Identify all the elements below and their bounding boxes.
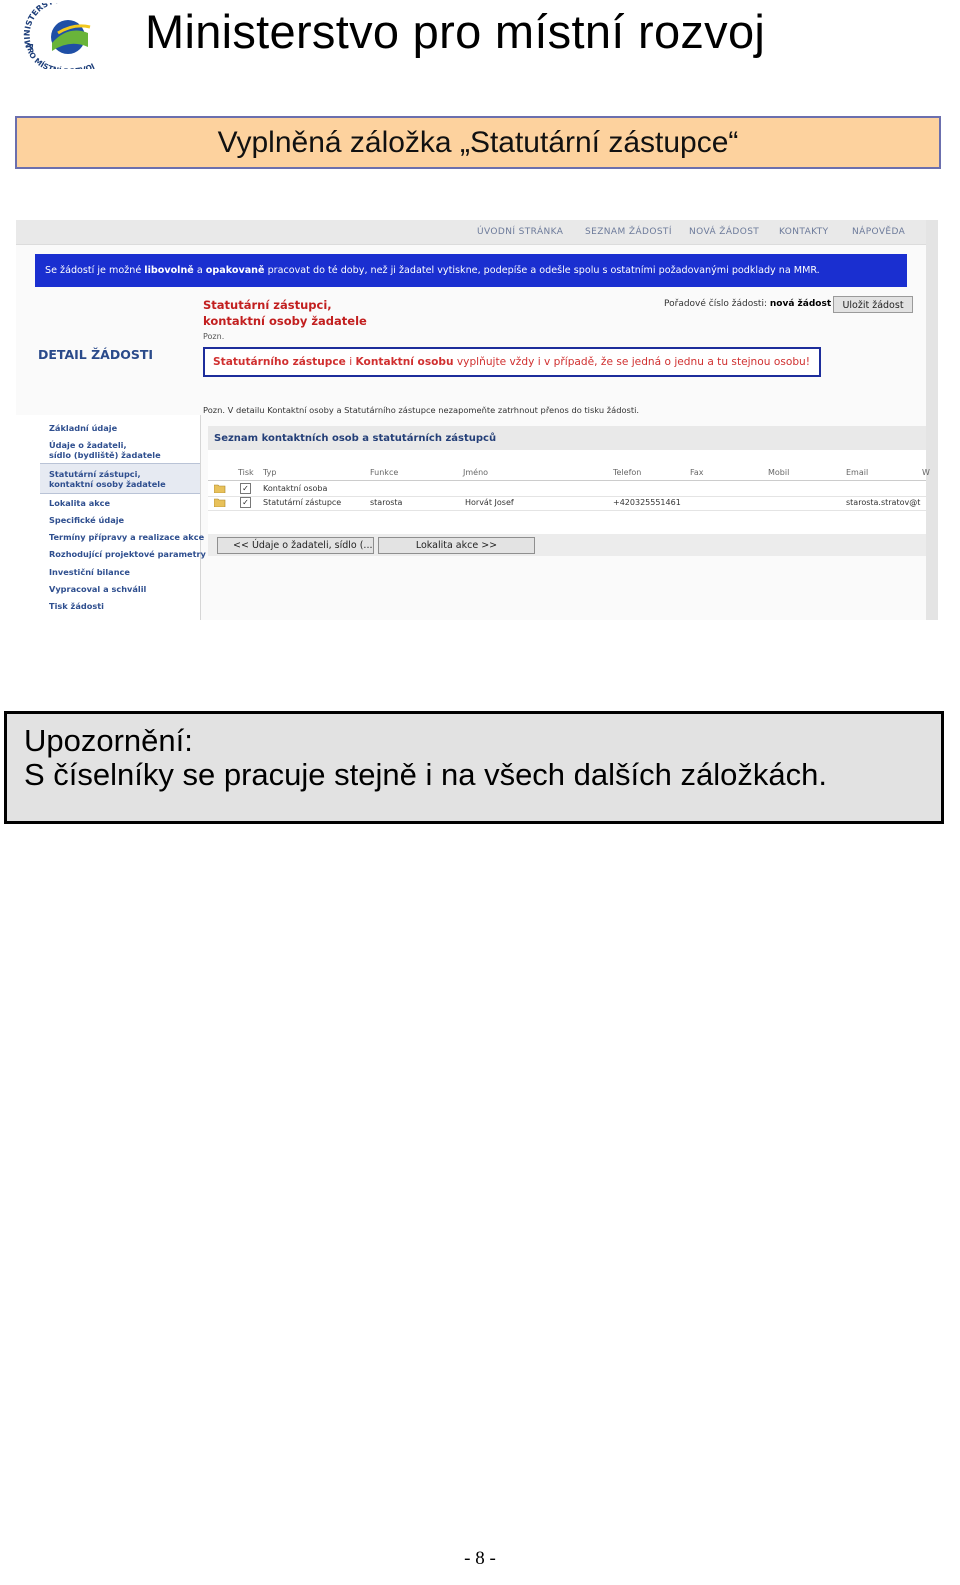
warning-label: Upozornění: <box>24 723 193 758</box>
sidebar-item-print[interactable]: Tisk žádosti <box>49 601 104 611</box>
order-value: nová žádost <box>769 299 832 309</box>
nav-contacts[interactable]: KONTAKTY <box>779 227 829 237</box>
info-text: pracovat do té doby, než ji žadatel vyti… <box>264 265 820 276</box>
col-name: Jméno <box>463 468 489 477</box>
sidebar-item-basic-data[interactable]: Základní údaje <box>49 423 117 433</box>
nav-new-application[interactable]: NOVÁ ŽÁDOST <box>689 227 759 237</box>
page-number: - 8 - <box>464 1548 496 1569</box>
info-text: a <box>193 265 206 276</box>
table-title-bar: Seznam kontaktních osob a statutárních z… <box>208 426 926 450</box>
section-title: Statutární zástupci, kontaktní osoby žad… <box>203 297 367 329</box>
info-bold: opakovaně <box>205 265 265 276</box>
cell-name: Horvát Josef <box>465 498 514 507</box>
col-email: Email <box>846 468 869 477</box>
top-navigation: ÚVODNÍ STRÁNKA SEZNAM ŽÁDOSTÍ NOVÁ ŽÁDOS… <box>16 220 926 245</box>
nav-application-list[interactable]: SEZNAM ŽÁDOSTÍ <box>585 227 672 237</box>
section-title-line: kontaktní osoby žadatele <box>203 314 367 328</box>
table-row[interactable]: ✓ Statutární zástupce starosta Horvát Jo… <box>208 496 926 511</box>
sidebar-item-parameters[interactable]: Rozhodující projektové parametry <box>49 549 206 559</box>
scrollbar[interactable] <box>926 220 938 620</box>
col-phone: Telefon <box>613 468 642 477</box>
folder-icon[interactable] <box>214 498 226 507</box>
col-type: Typ <box>263 468 277 477</box>
ministry-logo: MINISTERSTVO PRO MÍSTNÍ ROZVOJ <box>23 3 97 69</box>
order-number: Pořadové číslo žádosti: nová žádost <box>664 299 831 309</box>
warning-box: Upozornění: S číselníky se pracuje stejn… <box>4 711 944 824</box>
sidebar-item-investment[interactable]: Investiční bilance <box>49 567 130 577</box>
section-banner: Vyplněná záložka „Statutární zástupce“ <box>15 116 941 169</box>
sidebar-item-location[interactable]: Lokalita akce <box>49 498 110 508</box>
note-text: Pozn. V detailu Kontaktní osoby a Statut… <box>203 405 640 415</box>
section-title-line: Statutární zástupci, <box>203 298 332 312</box>
cell-type: Statutární zástupce <box>263 498 342 507</box>
col-w: W <box>922 468 930 477</box>
cell-email: starosta.stratov@t <box>846 498 921 507</box>
save-application-button[interactable]: Uložit žádost <box>833 296 913 313</box>
warning-text: S číselníky se pracuje stejně i na všech… <box>24 757 827 792</box>
sidebar-item-applicant[interactable]: Údaje o žadateli, sídlo (bydliště) žadat… <box>49 440 161 460</box>
table-title: Seznam kontaktních osob a statutárních z… <box>214 433 497 444</box>
document-title: Ministerstvo pro místní rozvoj <box>145 5 766 58</box>
folder-icon[interactable] <box>214 484 226 493</box>
table-header: Tisk Typ Funkce Jméno Telefon Fax Mobil … <box>208 462 930 481</box>
notice-text: vyplňujte vždy i v případě, že se jedná … <box>453 356 810 368</box>
info-text: Se žádostí je možné <box>45 265 145 276</box>
sidebar-item-prepared[interactable]: Vypracoval a schválil <box>49 584 146 594</box>
table-row[interactable]: ✓ Kontaktní osoba <box>208 482 926 497</box>
info-bold: libovolně <box>144 265 194 276</box>
cell-function: starosta <box>370 498 403 507</box>
cell-type: Kontaktní osoba <box>263 484 328 493</box>
notice-bold: Statutárního zástupce <box>213 356 346 368</box>
notice-bold: Kontaktní osobu <box>355 356 454 368</box>
info-bar: Se žádostí je možné libovolně a opakovan… <box>35 254 907 287</box>
order-label: Pořadové číslo žádosti: <box>664 299 770 309</box>
detail-title: DETAIL ŽÁDOSTI <box>38 347 154 362</box>
notice-box: Statutárního zástupce i Kontaktní osobu … <box>203 347 821 377</box>
next-tab-button[interactable]: Lokalita akce >> <box>378 537 535 554</box>
app-screenshot: ÚVODNÍ STRÁNKA SEZNAM ŽÁDOSTÍ NOVÁ ŽÁDOS… <box>16 220 938 620</box>
col-fax: Fax <box>690 468 704 477</box>
col-function: Funkce <box>370 468 399 477</box>
sidebar-item-specific[interactable]: Specifické údaje <box>49 515 124 525</box>
print-checkbox[interactable]: ✓ <box>240 497 251 508</box>
note-label: Pozn. <box>203 332 225 341</box>
nav-home[interactable]: ÚVODNÍ STRÁNKA <box>477 227 563 237</box>
sidebar-item-terms[interactable]: Termíny přípravy a realizace akce <box>49 532 204 542</box>
col-print: Tisk <box>238 468 254 477</box>
nav-help[interactable]: NÁPOVĚDA <box>852 227 905 237</box>
sidebar-item-statutory[interactable]: Statutární zástupci, kontaktní osoby žad… <box>49 469 166 489</box>
col-mobile: Mobil <box>768 468 790 477</box>
notice-text: i <box>345 356 356 368</box>
prev-tab-button[interactable]: << Údaje o žadateli, sídlo (... <box>217 537 374 554</box>
cell-phone: +420325551461 <box>613 498 681 507</box>
print-checkbox[interactable]: ✓ <box>240 483 251 494</box>
